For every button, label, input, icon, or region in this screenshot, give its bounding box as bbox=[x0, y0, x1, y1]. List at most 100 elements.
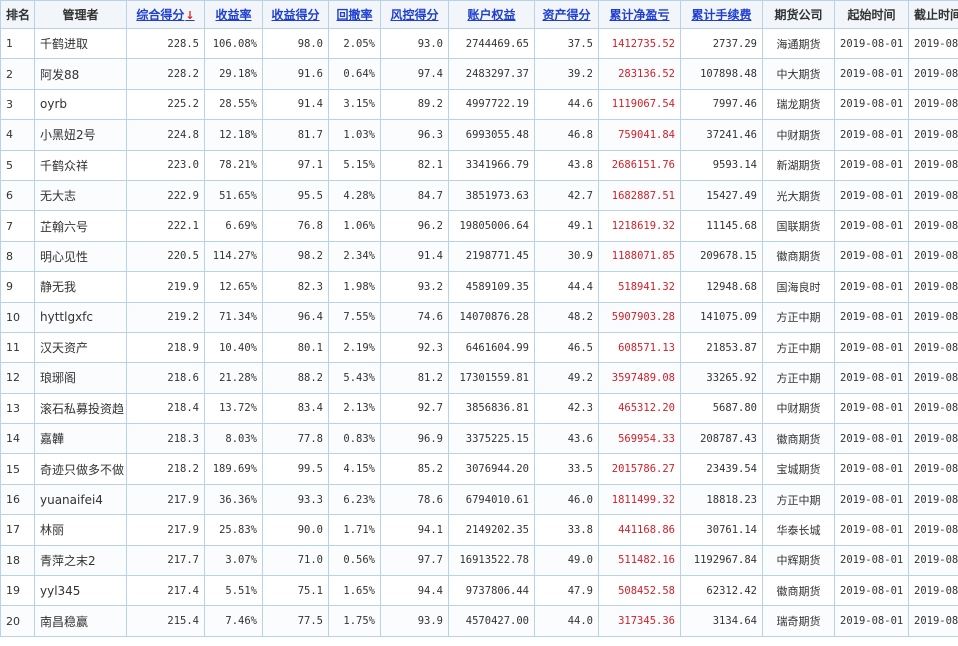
cell-equity: 4997722.19 bbox=[448, 88, 535, 121]
cell-score: 228.5 bbox=[126, 27, 205, 60]
cell-manager: 阿发88 bbox=[34, 58, 127, 90]
column-header-label: 收益得分 bbox=[271, 8, 320, 22]
table-row: 11 汉天资产 218.9 10.40% 80.1 2.19% 92.3 6461604.99… bbox=[0, 331, 958, 364]
cell-start: 2019-08-01 bbox=[834, 392, 909, 425]
column-header-label: 管理者 bbox=[62, 8, 99, 22]
column-header-drawdown[interactable]: 回撤率 bbox=[328, 0, 381, 29]
cell-manager: 千鹤进取 bbox=[34, 27, 127, 60]
cell-rank: 3 bbox=[0, 88, 35, 121]
cell-score: 222.9 bbox=[126, 179, 205, 212]
cell-rank: 15 bbox=[0, 453, 35, 485]
cell-risk-score: 94.4 bbox=[380, 575, 449, 607]
column-header-start: 起始时间 bbox=[834, 0, 909, 29]
cell-end: 2019-08-28 bbox=[908, 179, 958, 212]
cell-equity: 3851973.63 bbox=[448, 179, 535, 212]
sort-descending-icon[interactable]: ↓ bbox=[185, 9, 194, 22]
cell-manager: 青萍之末2 bbox=[34, 544, 127, 577]
column-header-fees[interactable]: 累计手续费 bbox=[680, 0, 763, 29]
column-header-asset-score[interactable]: 资产得分 bbox=[534, 0, 599, 29]
cell-manager: hyttlgxfc bbox=[34, 301, 127, 333]
cell-drawdown: 1.03% bbox=[328, 119, 381, 151]
cell-start: 2019-08-01 bbox=[834, 605, 909, 637]
cell-manager: oyrb bbox=[34, 88, 127, 121]
cell-manager: 奇迹只做多不做 bbox=[34, 453, 127, 485]
column-header-score[interactable]: 综合得分↓ bbox=[126, 0, 205, 29]
column-header-rank: 排名 bbox=[0, 0, 35, 29]
ranking-table: 排名 管理者 综合得分↓ 收益率 收益得分 回撤率 风控得分 账户权益 资产得分 累计净盈亏 累计手… bbox=[0, 0, 958, 637]
cell-risk-score: 97.7 bbox=[380, 544, 449, 577]
cell-asset-score: 37.5 bbox=[534, 27, 599, 60]
cell-return-rate: 10.40% bbox=[204, 331, 263, 364]
cell-return-score: 80.1 bbox=[262, 331, 329, 364]
cell-rank: 5 bbox=[0, 149, 35, 181]
cell-asset-score: 46.8 bbox=[534, 119, 599, 151]
cell-risk-score: 91.4 bbox=[380, 240, 449, 273]
cell-rank: 16 bbox=[0, 483, 35, 516]
cell-start: 2019-08-01 bbox=[834, 331, 909, 364]
cell-manager: 汉天资产 bbox=[34, 331, 127, 364]
cell-drawdown: 0.83% bbox=[328, 423, 381, 455]
cell-score: 223.0 bbox=[126, 149, 205, 181]
cell-score: 219.2 bbox=[126, 301, 205, 333]
cell-rank: 12 bbox=[0, 362, 35, 394]
cell-net-profit: 569954.33 bbox=[598, 423, 681, 455]
cell-net-profit: 1811499.32 bbox=[598, 483, 681, 516]
cell-drawdown: 1.98% bbox=[328, 271, 381, 303]
cell-equity: 4589109.35 bbox=[448, 271, 535, 303]
cell-return-rate: 106.08% bbox=[204, 27, 263, 60]
cell-rank: 11 bbox=[0, 331, 35, 364]
column-header-equity[interactable]: 账户权益 bbox=[448, 0, 535, 29]
cell-return-score: 91.6 bbox=[262, 58, 329, 90]
cell-asset-score: 44.6 bbox=[534, 88, 599, 121]
cell-broker: 新湖期货 bbox=[762, 149, 835, 181]
cell-broker: 中辉期货 bbox=[762, 544, 835, 577]
table-row: 8 明心见性 220.5 114.27% 98.2 2.34% 91.4 2198771.45… bbox=[0, 240, 958, 273]
column-header-label: 资产得分 bbox=[542, 8, 591, 22]
cell-manager: 琅琊阁 bbox=[34, 362, 127, 394]
column-header-risk-score[interactable]: 风控得分 bbox=[380, 0, 449, 29]
table-row: 13 滚石私募投资趋 218.4 13.72% 83.4 2.13% 92.7 3856836… bbox=[0, 392, 958, 425]
cell-equity: 2483297.37 bbox=[448, 58, 535, 90]
column-header-net-profit[interactable]: 累计净盈亏 bbox=[598, 0, 681, 29]
cell-return-score: 90.0 bbox=[262, 514, 329, 546]
cell-return-rate: 5.51% bbox=[204, 575, 263, 607]
cell-return-rate: 6.69% bbox=[204, 210, 263, 242]
cell-score: 225.2 bbox=[126, 88, 205, 121]
cell-manager: 林丽 bbox=[34, 514, 127, 546]
cell-start: 2019-08-01 bbox=[834, 210, 909, 242]
cell-broker: 宝城期货 bbox=[762, 453, 835, 485]
cell-risk-score: 84.7 bbox=[380, 179, 449, 212]
column-header-return-score[interactable]: 收益得分 bbox=[262, 0, 329, 29]
cell-equity: 19805006.64 bbox=[448, 210, 535, 242]
cell-net-profit: 441168.86 bbox=[598, 514, 681, 546]
table-row: 19 yyl345 217.4 5.51% 75.1 1.65% 94.4 9737806.4… bbox=[0, 575, 958, 607]
cell-asset-score: 30.9 bbox=[534, 240, 599, 273]
cell-return-score: 98.0 bbox=[262, 27, 329, 60]
cell-broker: 方正中期 bbox=[762, 483, 835, 516]
cell-broker: 方正中期 bbox=[762, 362, 835, 394]
cell-fees: 9593.14 bbox=[680, 149, 763, 181]
cell-start: 2019-08-01 bbox=[834, 453, 909, 485]
cell-return-score: 98.2 bbox=[262, 240, 329, 273]
cell-return-score: 83.4 bbox=[262, 392, 329, 425]
cell-end: 2019-08-28 bbox=[908, 88, 958, 121]
cell-fees: 2737.29 bbox=[680, 27, 763, 60]
cell-start: 2019-08-01 bbox=[834, 544, 909, 577]
cell-asset-score: 48.2 bbox=[534, 301, 599, 333]
cell-start: 2019-08-01 bbox=[834, 27, 909, 60]
cell-return-score: 95.5 bbox=[262, 179, 329, 212]
cell-broker: 国联期货 bbox=[762, 210, 835, 242]
cell-broker: 瑞奇期货 bbox=[762, 605, 835, 637]
cell-score: 217.4 bbox=[126, 575, 205, 607]
cell-equity: 6461604.99 bbox=[448, 331, 535, 364]
cell-rank: 19 bbox=[0, 575, 35, 607]
column-header-return-rate[interactable]: 收益率 bbox=[204, 0, 263, 29]
cell-net-profit: 1119067.54 bbox=[598, 88, 681, 121]
cell-drawdown: 2.34% bbox=[328, 240, 381, 273]
cell-return-score: 75.1 bbox=[262, 575, 329, 607]
column-header-label: 排名 bbox=[6, 8, 31, 22]
cell-score: 218.2 bbox=[126, 453, 205, 485]
cell-asset-score: 43.8 bbox=[534, 149, 599, 181]
cell-score: 217.9 bbox=[126, 514, 205, 546]
cell-drawdown: 1.71% bbox=[328, 514, 381, 546]
